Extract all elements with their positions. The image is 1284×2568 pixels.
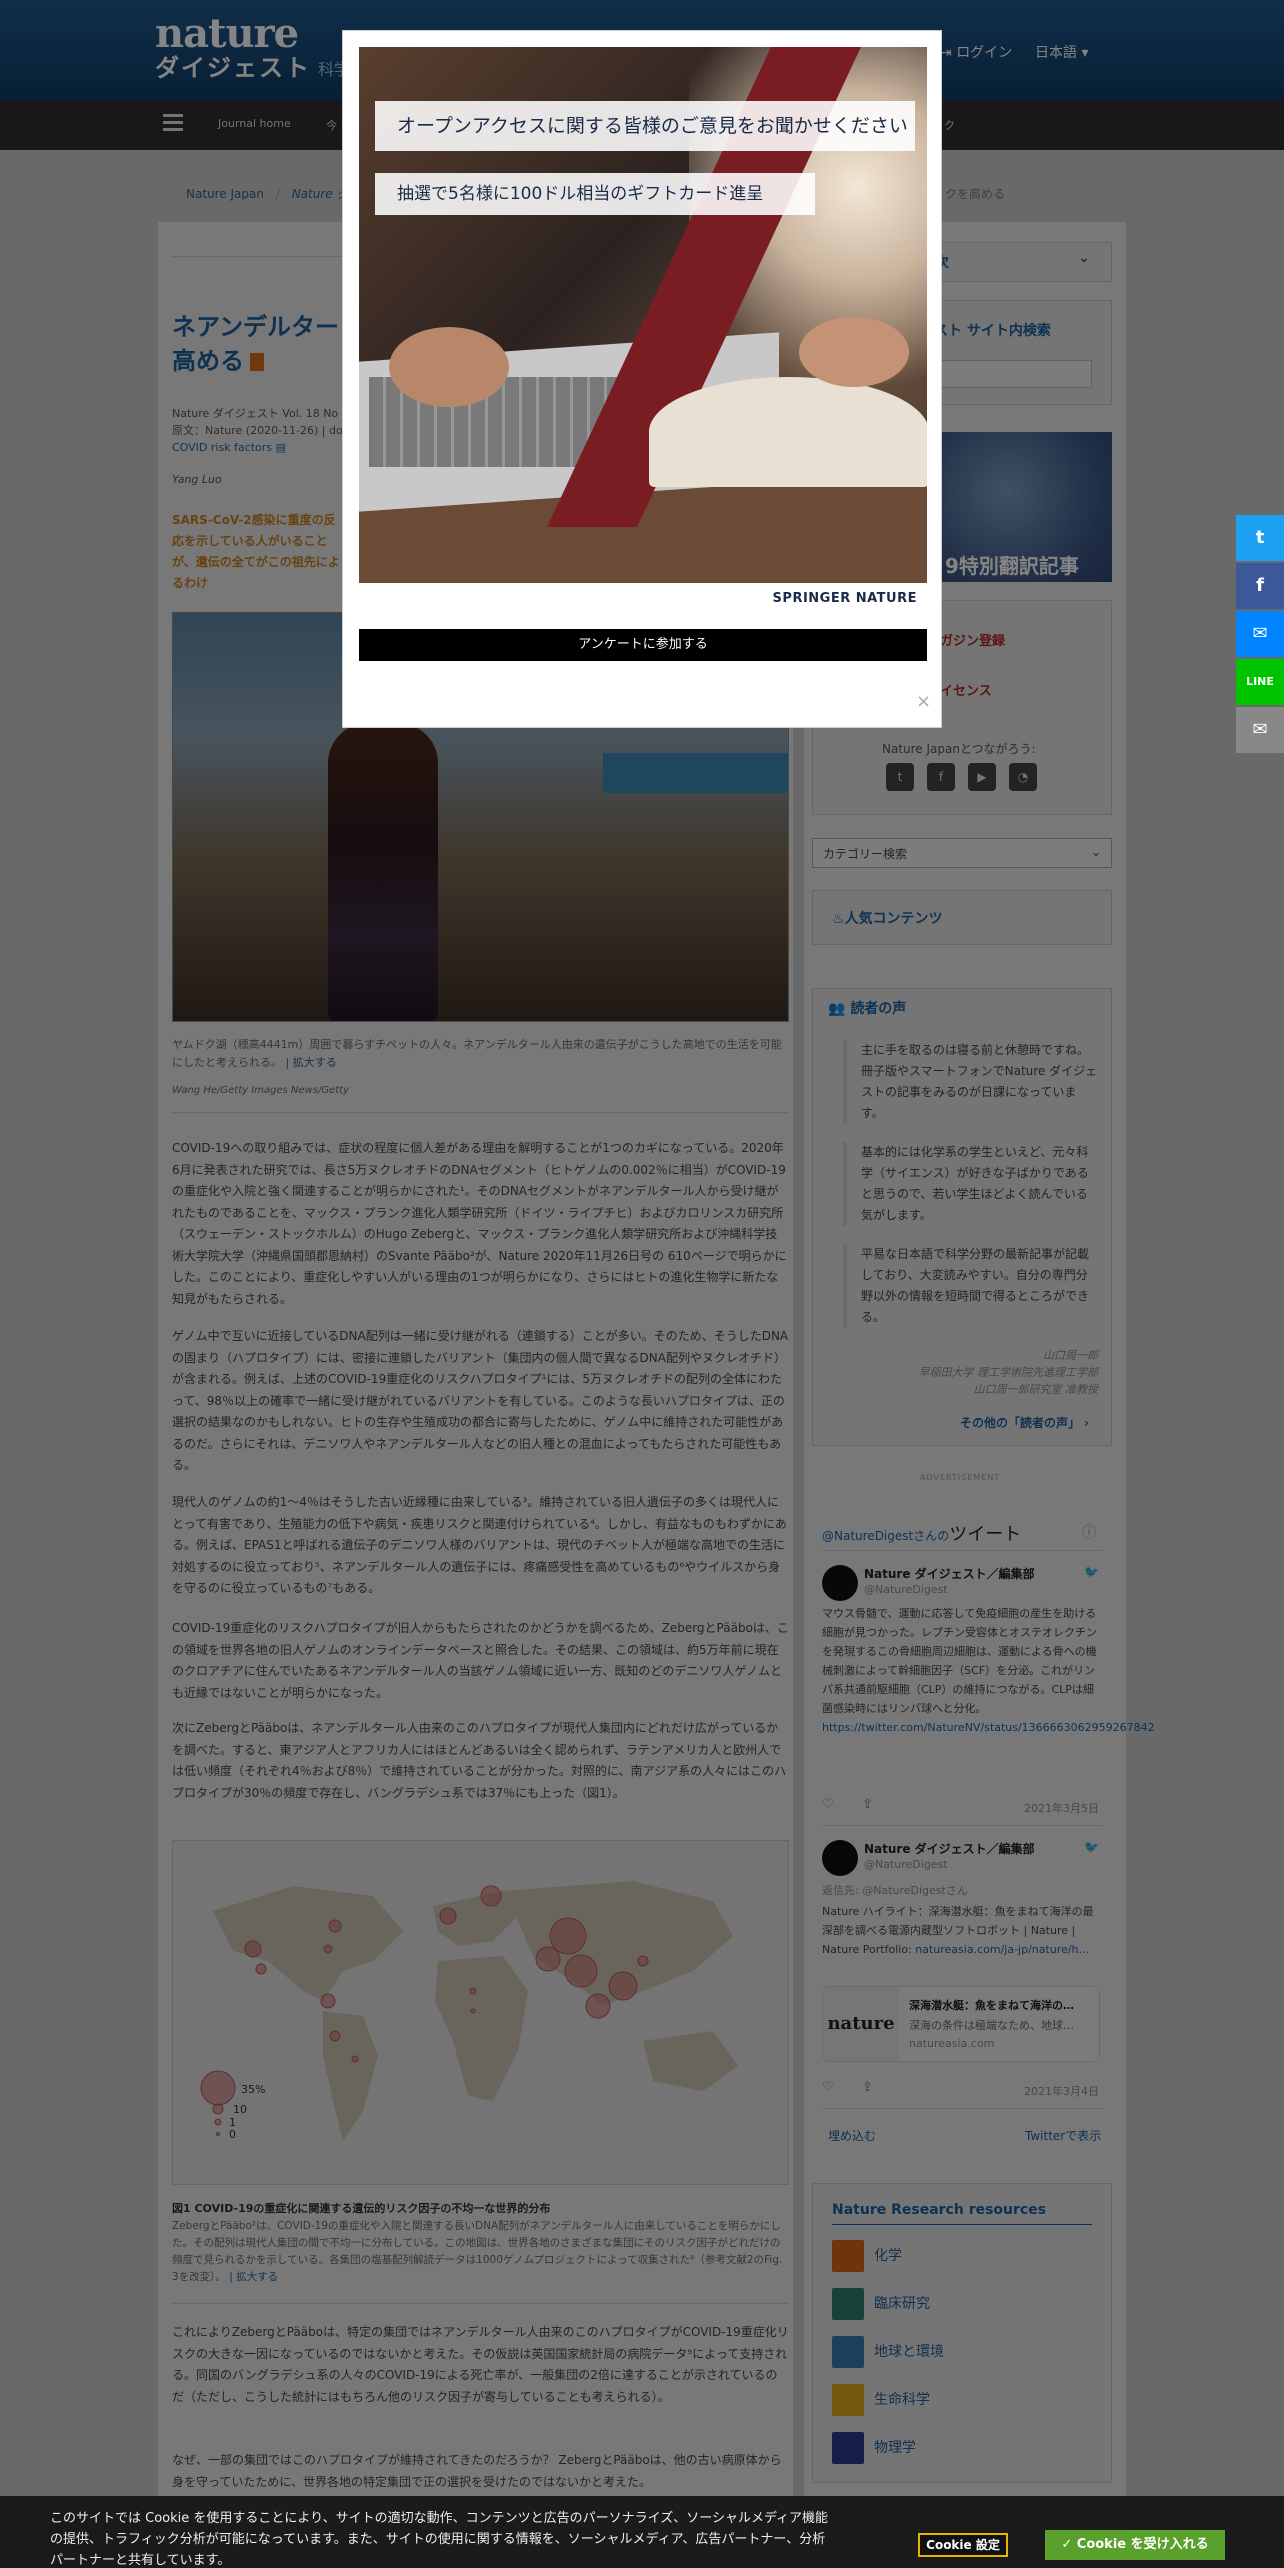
survey-modal: SPRINGER NATURE オープンアクセスに関する皆様のご意見をお聞かせく… (342, 30, 942, 728)
share-twitter-icon[interactable]: t (1236, 515, 1284, 561)
cookie-settings-button[interactable]: Cookie 設定 (918, 2533, 1008, 2557)
share-messenger-icon[interactable]: ✉ (1236, 611, 1284, 657)
cookie-text: このサイトでは Cookie を使用することにより、サイトの適切な動作、コンテン… (50, 2511, 829, 2568)
take-survey-button[interactable]: アンケートに参加する (359, 629, 927, 661)
survey-heading: オープンアクセスに関する皆様のご意見をお聞かせください (375, 101, 915, 151)
share-facebook-icon[interactable]: f (1236, 563, 1284, 609)
springer-nature-logo: SPRINGER NATURE (772, 591, 917, 606)
accept-cookies-button[interactable]: ✓ Cookie を受け入れる (1045, 2530, 1225, 2560)
close-icon[interactable]: × (916, 691, 931, 712)
share-email-icon[interactable]: ✉ (1236, 707, 1284, 753)
share-line-icon[interactable]: LINE (1236, 659, 1284, 705)
survey-subheading: 抽選で5名様に100ドル相当のギフトカード進呈 (375, 173, 815, 215)
survey-image: SPRINGER NATURE オープンアクセスに関する皆様のご意見をお聞かせく… (359, 47, 927, 615)
